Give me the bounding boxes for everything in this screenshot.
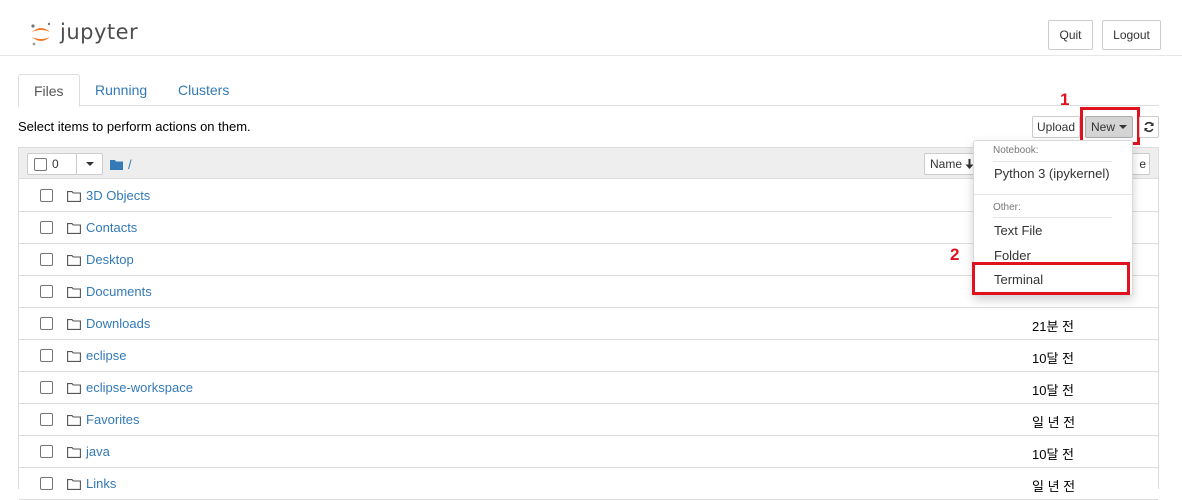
chevron-down-icon: [85, 162, 94, 166]
jupyter-logo-icon: [31, 22, 51, 46]
tab-bar: Files Running Clusters: [18, 74, 1159, 107]
item-checkbox[interactable]: [40, 189, 53, 202]
sort-by-name-button[interactable]: Name: [924, 153, 980, 175]
quit-button[interactable]: Quit: [1048, 20, 1093, 50]
list-item[interactable]: java 10달 전: [19, 436, 1158, 468]
item-checkbox[interactable]: [40, 381, 53, 394]
select-menu-toggle[interactable]: [76, 154, 102, 174]
item-checkbox[interactable]: [40, 445, 53, 458]
folder-icon: [67, 447, 81, 458]
item-name-link[interactable]: Favorites: [86, 412, 139, 427]
sort-by-name-label: Name: [930, 157, 963, 171]
section-rule: [993, 217, 1112, 218]
item-name-link[interactable]: Contacts: [86, 220, 137, 235]
folder-icon: [67, 415, 81, 426]
folder-icon: [67, 383, 81, 394]
list-item[interactable]: Favorites 일 년 전: [19, 404, 1158, 436]
item-checkbox[interactable]: [40, 253, 53, 266]
section-rule: [993, 161, 1112, 162]
item-checkbox[interactable]: [40, 285, 53, 298]
item-modified-time: 일 년 전: [1032, 415, 1076, 430]
terminal-item-highlight: [972, 262, 1130, 295]
selection-info-text: Select items to perform actions on them.: [18, 119, 251, 134]
folder-icon: [67, 319, 81, 330]
item-name-link[interactable]: Desktop: [86, 252, 134, 267]
selected-count: 0: [52, 157, 59, 171]
menu-item-text-file[interactable]: Text File: [994, 223, 1042, 238]
folder-icon: [67, 223, 81, 234]
refresh-button[interactable]: [1139, 116, 1159, 138]
notebook-section-header: Notebook:: [993, 145, 1039, 156]
folder-icon: [67, 191, 81, 202]
item-checkbox[interactable]: [40, 221, 53, 234]
breadcrumb[interactable]: /: [110, 157, 132, 172]
item-checkbox[interactable]: [40, 477, 53, 490]
step-1-annotation: 1: [1060, 90, 1070, 109]
tab-clusters[interactable]: Clusters: [163, 74, 244, 106]
sort-by-modified-label: e: [1139, 157, 1146, 171]
menu-item-folder[interactable]: Folder: [994, 248, 1031, 263]
folder-icon: [67, 287, 81, 298]
list-item[interactable]: eclipse-workspace 10달 전: [19, 372, 1158, 404]
item-modified-time: 21분 전: [1032, 319, 1074, 334]
list-item[interactable]: Links 일 년 전: [19, 468, 1158, 500]
item-modified-time: 10달 전: [1032, 447, 1074, 462]
item-name-link[interactable]: eclipse-workspace: [86, 380, 193, 395]
folder-icon: [67, 351, 81, 362]
item-modified-time: 10달 전: [1032, 383, 1074, 398]
breadcrumb-root[interactable]: /: [128, 157, 132, 172]
folder-open-icon: [110, 160, 123, 170]
refresh-icon: [1144, 121, 1154, 133]
menu-item-python3[interactable]: Python 3 (ipykernel): [994, 166, 1110, 181]
menu-divider: [974, 194, 1132, 195]
item-modified-time: 일 년 전: [1032, 479, 1076, 494]
tab-files[interactable]: Files: [18, 74, 80, 107]
tab-running[interactable]: Running: [80, 74, 162, 106]
folder-icon: [67, 255, 81, 266]
item-name-link[interactable]: Documents: [86, 284, 152, 299]
list-item[interactable]: Downloads 21분 전: [19, 308, 1158, 340]
logo-text: jupyter: [60, 20, 139, 44]
item-name-link[interactable]: java: [86, 444, 110, 459]
select-all-checkbox[interactable]: [34, 157, 47, 171]
step-2-annotation: 2: [950, 245, 960, 264]
select-all-dropdown[interactable]: 0: [27, 153, 103, 175]
item-name-link[interactable]: 3D Objects: [86, 188, 150, 203]
item-modified-time: 10달 전: [1032, 351, 1074, 366]
item-checkbox[interactable]: [40, 317, 53, 330]
item-name-link[interactable]: Downloads: [86, 316, 150, 331]
upload-button[interactable]: Upload: [1032, 116, 1080, 138]
item-name-link[interactable]: eclipse: [86, 348, 126, 363]
folder-icon: [67, 479, 81, 490]
item-checkbox[interactable]: [40, 413, 53, 426]
other-section-header: Other:: [993, 202, 1021, 213]
header: jupyter Quit Logout: [0, 0, 1182, 56]
jupyter-logo[interactable]: jupyter: [30, 19, 138, 49]
logout-button[interactable]: Logout: [1102, 20, 1161, 50]
list-item[interactable]: eclipse 10달 전: [19, 340, 1158, 372]
item-checkbox[interactable]: [40, 349, 53, 362]
